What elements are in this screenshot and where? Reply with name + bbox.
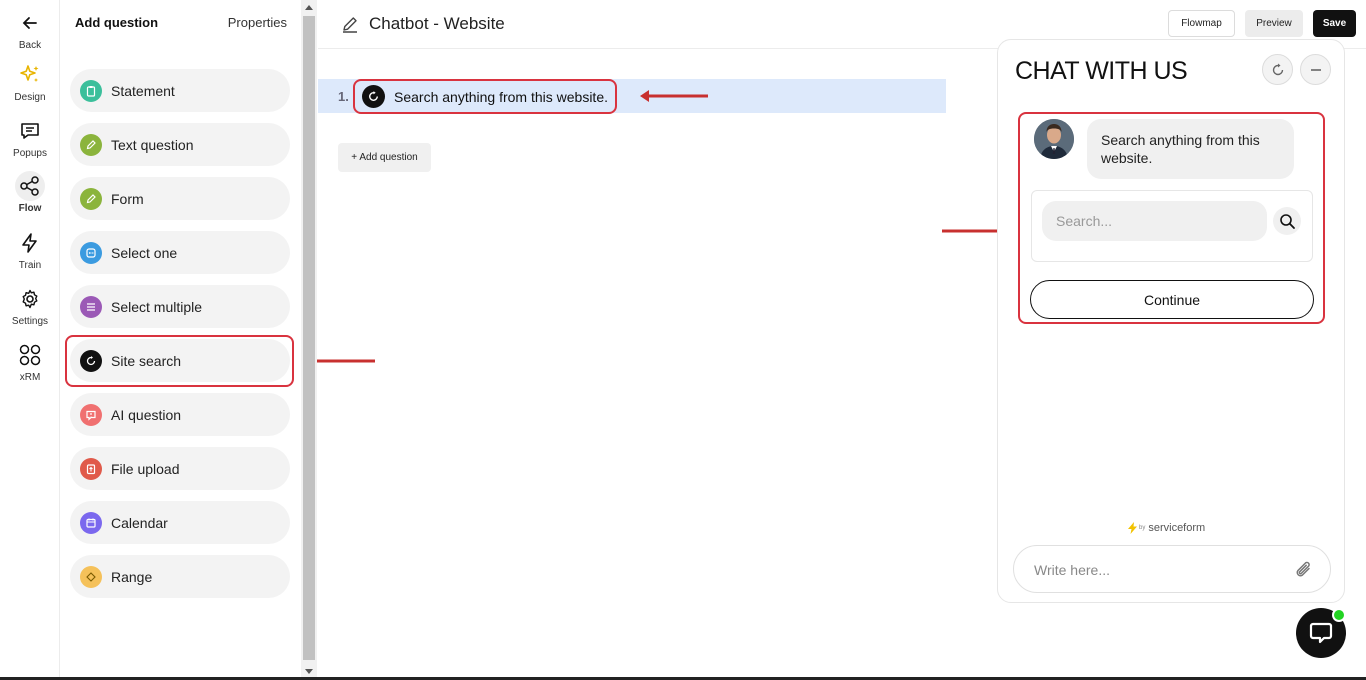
add-question-panel: Add question Properties Statement Text q… [60,0,302,680]
question-type-label: Select multiple [111,298,203,315]
clipboard-icon [80,79,102,102]
question-type-form[interactable]: Form [70,177,290,220]
sparkle-icon [15,60,45,90]
question-type-calendar[interactable]: Calendar [70,501,290,544]
question-type-label: File upload [111,460,180,477]
question-type-label: AI question [111,406,182,423]
rail-item-popups[interactable]: Popups [0,116,60,159]
grid-circles-icon [15,340,45,370]
scroll-down-icon[interactable] [305,669,313,674]
page-title: Chatbot - Website [340,14,505,34]
online-status-dot [1332,608,1346,622]
tab-add-question[interactable]: Add question [75,15,158,30]
powered-by: by serviceform [1128,522,1205,534]
question-type-label: Form [111,190,144,207]
search-button[interactable] [1273,207,1301,235]
back-button[interactable]: Back [0,8,60,51]
question-type-label: Site search [111,352,182,369]
question-type-ai-question[interactable]: AI question [70,393,290,436]
flow-question-text: Search anything from this website. [394,88,608,105]
share-nodes-icon [15,171,45,201]
rail-label-xrm: xRM [19,372,41,383]
refresh-icon [1272,63,1283,75]
panel-tabs: Add question Properties [75,15,287,35]
question-type-statement[interactable]: Statement [70,69,290,112]
panel-scrollbar[interactable] [301,0,317,680]
chat-refresh-button[interactable] [1262,54,1293,85]
continue-button[interactable]: Continue [1030,280,1314,319]
flow-question-row[interactable]: 1. Search anything from this website. [318,79,946,114]
back-arrow-icon [15,8,45,38]
tab-properties[interactable]: Properties [228,15,287,30]
chat-minimize-button[interactable] [1300,54,1331,85]
question-type-label: Range [111,568,153,585]
rail-label-flow: Flow [18,203,42,214]
rail-label-train: Train [18,260,42,271]
message-input[interactable] [1034,560,1284,580]
bolt-icon [1128,522,1137,534]
compose-box [1013,545,1331,593]
question-type-select-multiple[interactable]: Select multiple [70,285,290,328]
site-search-input[interactable] [1042,201,1267,241]
preview-button[interactable]: Preview [1245,10,1303,37]
calendar-icon [80,511,102,534]
gear-icon [15,284,45,314]
chat-message-bubble: Search anything from this website. [1087,119,1294,179]
arrow-left-icon [640,90,708,102]
rail-item-design[interactable]: Design [0,60,60,103]
brand-name: serviceform [1148,522,1206,534]
scroll-thumb[interactable] [303,16,315,660]
chat-preview-widget: CHAT WITH US Search anything from this w… [997,39,1345,603]
list-icon [80,295,102,318]
question-number: 1. [338,89,349,104]
icon-rail: Back Design Popups Flow Train Settings x… [0,0,60,680]
pencil-icon [80,133,102,156]
back-label: Back [18,40,42,51]
diamond-icon [80,565,102,588]
question-type-range[interactable]: Range [70,555,290,598]
chatbot-title: Chatbot - Website [369,14,505,33]
save-button[interactable]: Save [1313,10,1356,37]
chat-bubble-icon [1309,622,1333,644]
flow-question-chip[interactable]: Search anything from this website. [353,79,617,114]
rail-item-train[interactable]: Train [0,228,60,271]
rail-item-xrm[interactable]: xRM [0,340,60,383]
add-question-button[interactable]: + Add question [338,143,431,172]
refresh-search-icon [362,85,385,108]
ai-bubble-icon [80,403,102,426]
question-type-site-search[interactable]: Site search [70,339,290,382]
select-box-icon [80,241,102,264]
chat-title: CHAT WITH US [1015,57,1188,85]
question-type-label: Calendar [111,514,168,531]
pencil-icon [80,187,102,210]
question-type-label: Text question [111,136,194,153]
avatar [1034,119,1074,159]
search-card [1031,190,1313,262]
question-type-text-question[interactable]: Text question [70,123,290,166]
message-square-icon [15,116,45,146]
question-type-file-upload[interactable]: File upload [70,447,290,490]
scroll-up-icon[interactable] [305,5,313,10]
question-type-select-one[interactable]: Select one [70,231,290,274]
rail-label-settings: Settings [11,316,49,327]
search-icon [1279,213,1295,229]
question-type-label: Statement [111,82,175,99]
refresh-search-icon [80,349,102,372]
minus-icon [1310,68,1321,71]
rail-label-popups: Popups [13,148,47,159]
powered-by-label: by [1139,525,1146,531]
rail-item-flow[interactable]: Flow [0,171,60,214]
paperclip-icon[interactable] [1294,559,1314,586]
file-upload-icon [80,457,102,480]
lightning-icon [15,228,45,258]
rail-item-settings[interactable]: Settings [0,284,60,327]
rail-label-design: Design [14,92,46,103]
edit-pencil-icon[interactable] [340,14,360,34]
flowmap-button[interactable]: Flowmap [1168,10,1235,37]
question-type-label: Select one [111,244,178,261]
